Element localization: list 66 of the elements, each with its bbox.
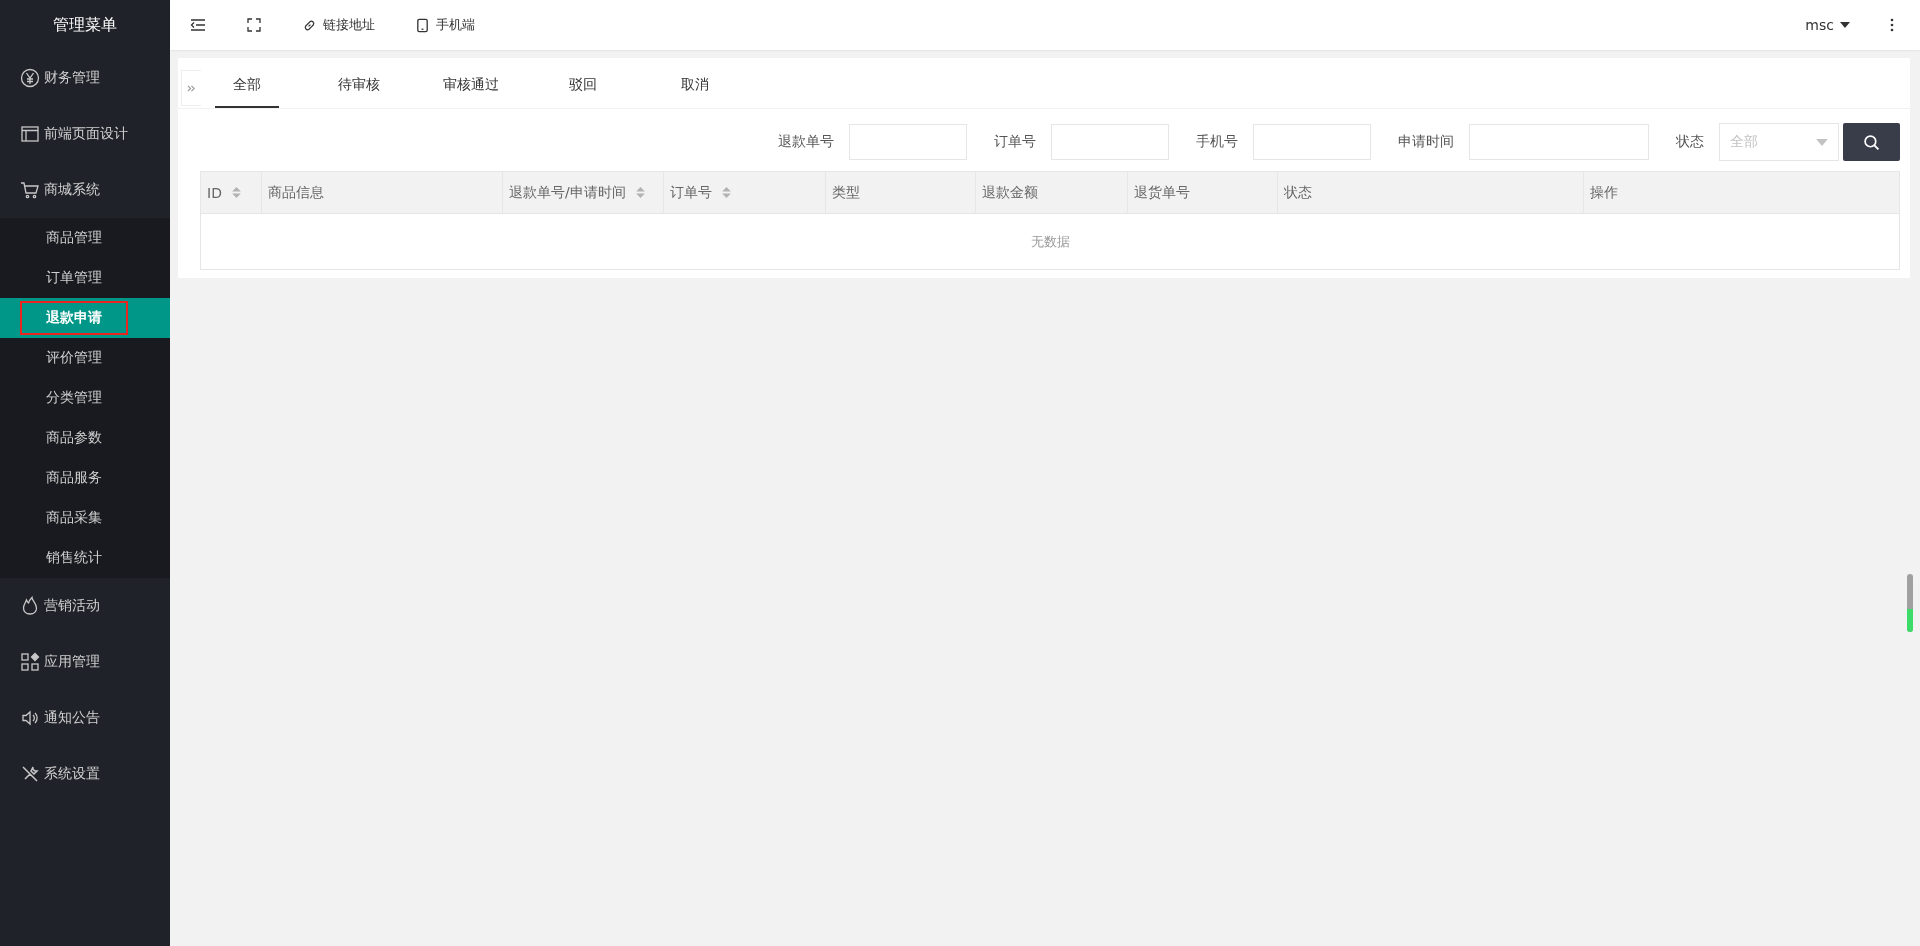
- empty-message: 无数据: [1030, 232, 1070, 251]
- tablet-icon: [415, 17, 430, 33]
- highlight-outline: 退款申请: [20, 301, 128, 335]
- sort-icon[interactable]: [722, 186, 731, 199]
- more-icon[interactable]: [1890, 18, 1894, 32]
- user-menu[interactable]: msc: [1805, 17, 1850, 33]
- link-address-link[interactable]: 链接地址: [302, 16, 375, 34]
- submenu-item[interactable]: 订单管理: [0, 258, 170, 298]
- flame-icon: [20, 596, 40, 616]
- submenu-item[interactable]: 评价管理: [0, 338, 170, 378]
- column-header: 商品信息: [262, 172, 503, 213]
- sidebar-item[interactable]: 系统设置: [0, 746, 170, 802]
- search-button[interactable]: [1843, 123, 1900, 161]
- submenu-item[interactable]: 商品采集: [0, 498, 170, 538]
- column-header: 类型: [826, 172, 976, 213]
- filter-label: 退款单号: [778, 133, 834, 151]
- submenu-item[interactable]: 商品管理: [0, 218, 170, 258]
- speaker-icon: [20, 708, 40, 728]
- submenu-item[interactable]: 商品参数: [0, 418, 170, 458]
- fullscreen-icon[interactable]: [246, 17, 262, 33]
- tab[interactable]: 审核通过: [415, 58, 527, 108]
- filter-label: 手机号: [1196, 133, 1238, 151]
- tab[interactable]: 驳回: [527, 58, 639, 108]
- sidebar-item[interactable]: 通知公告: [0, 690, 170, 746]
- caret-icon: [1840, 22, 1850, 28]
- apps-icon: [20, 652, 40, 672]
- submenu-item[interactable]: 销售统计: [0, 538, 170, 578]
- layout-icon: [20, 124, 40, 144]
- double-chevron-icon: [187, 83, 196, 93]
- collapse-menu-icon[interactable]: [190, 17, 206, 33]
- submenu-item[interactable]: 退款申请: [0, 298, 170, 338]
- submenu-item[interactable]: 分类管理: [0, 378, 170, 418]
- column-header: 退款金额: [976, 172, 1128, 213]
- yen-icon: [20, 68, 40, 88]
- sidebar-item[interactable]: 前端页面设计: [0, 106, 170, 162]
- caret-icon: [1816, 138, 1828, 146]
- sidebar-title: 管理菜单: [52, 14, 118, 36]
- sidebar-item[interactable]: 应用管理: [0, 634, 170, 690]
- filter-label: 订单号: [994, 133, 1036, 151]
- column-header: ID: [201, 172, 262, 213]
- vertical-indicator-drawing: [1906, 573, 1914, 633]
- sidebar-item[interactable]: 商城系统: [0, 162, 170, 218]
- cart-icon: [20, 180, 40, 200]
- date-field[interactable]: [1469, 124, 1649, 160]
- column-header: 退款单号/申请时间: [503, 172, 664, 213]
- input-field[interactable]: [1253, 124, 1371, 160]
- tab[interactable]: 全部: [215, 58, 279, 108]
- tab-scroll-button[interactable]: [181, 70, 201, 106]
- input-field[interactable]: [1051, 124, 1169, 160]
- sort-icon[interactable]: [635, 186, 645, 199]
- sort-icon[interactable]: [231, 186, 241, 199]
- column-header: 退货单号: [1128, 172, 1278, 213]
- column-header: 状态: [1278, 172, 1584, 213]
- search-icon: [1863, 133, 1880, 151]
- sidebar-item[interactable]: 营销活动: [0, 578, 170, 634]
- input-field[interactable]: [849, 124, 967, 160]
- column-header: 订单号: [664, 172, 826, 213]
- submenu-item[interactable]: 商品服务: [0, 458, 170, 498]
- tools-icon: [20, 764, 40, 784]
- sidebar-item[interactable]: 财务管理: [0, 50, 170, 106]
- tab[interactable]: 待审核: [303, 58, 415, 108]
- filter-label: 申请时间: [1398, 133, 1454, 151]
- column-header: 操作: [1589, 182, 1619, 202]
- mobile-link[interactable]: 手机端: [415, 16, 475, 34]
- filter-label: 状态: [1676, 133, 1704, 151]
- tab[interactable]: 取消: [639, 58, 751, 108]
